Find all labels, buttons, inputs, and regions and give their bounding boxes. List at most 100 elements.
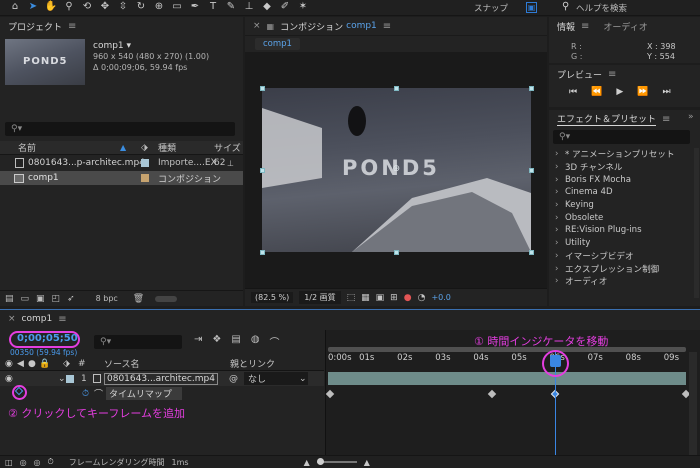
- audio-switch-icon[interactable]: ◀: [17, 359, 24, 369]
- property-row[interactable]: ⏱ ⌒ タイムリマップ: [0, 385, 324, 400]
- effects-category[interactable]: › エクスプレッション制御: [549, 262, 694, 275]
- project-item-footage[interactable]: 0801643...p-architec.mp4 Importe....EX 6…: [0, 156, 243, 170]
- composition-tab-title[interactable]: コンポジション: [280, 20, 343, 33]
- render-time-icon[interactable]: ⏱: [48, 457, 54, 467]
- help-search-field[interactable]: ヘルプを検索: [576, 2, 627, 14]
- flowchart-icon[interactable]: ➶: [67, 294, 75, 304]
- zoom-out-icon[interactable]: ▲: [304, 458, 310, 467]
- transform-handle[interactable]: [528, 249, 534, 255]
- brush-tool-icon[interactable]: ✎: [222, 1, 240, 15]
- effects-category[interactable]: › イマーシブビデオ: [549, 250, 694, 263]
- grid-guide-icon[interactable]: ⊞: [390, 293, 398, 303]
- exposure-value[interactable]: +0.0: [431, 293, 450, 302]
- panel-menu-icon[interactable]: ≡: [58, 314, 66, 325]
- close-icon[interactable]: ×: [8, 314, 16, 324]
- new-folder-icon[interactable]: ▭: [21, 294, 30, 304]
- zoom-dropdown[interactable]: (82.5 %): [251, 292, 294, 303]
- shy-layers-icon[interactable]: ❖: [212, 334, 221, 349]
- frame-blending-icon[interactable]: ▤: [231, 334, 240, 349]
- project-title[interactable]: プロジェクト: [8, 20, 62, 33]
- effects-category[interactable]: › オーディオ: [549, 275, 694, 288]
- panel-menu-icon[interactable]: ≡: [608, 69, 616, 80]
- effects-scrollbar[interactable]: [694, 148, 699, 298]
- interpret-footage-icon[interactable]: ▤: [5, 294, 14, 304]
- col-size[interactable]: サイズ: [214, 141, 241, 154]
- panel-menu-icon[interactable]: ≡: [383, 21, 391, 32]
- expand-arrow-icon[interactable]: ›: [555, 175, 565, 185]
- expand-arrow-icon[interactable]: ›: [555, 238, 565, 248]
- hand-tool-icon[interactable]: ✋: [42, 1, 60, 15]
- layer-bar[interactable]: [328, 372, 686, 385]
- effects-category[interactable]: › Obsolete: [549, 211, 694, 224]
- rectangle-tool-icon[interactable]: ▭: [168, 1, 186, 15]
- close-icon[interactable]: ×: [253, 21, 261, 31]
- selection-tool-icon[interactable]: ➤: [24, 1, 42, 15]
- snap-checkbox[interactable]: ▣: [526, 2, 537, 13]
- transform-handle[interactable]: [394, 249, 399, 255]
- new-comp-icon[interactable]: ▣: [36, 294, 45, 304]
- expand-arrow-icon[interactable]: ›: [555, 213, 565, 223]
- type-tool-icon[interactable]: T: [204, 1, 222, 15]
- home-icon[interactable]: ⌂: [6, 1, 24, 15]
- project-comp-name[interactable]: comp1 ▾: [93, 41, 131, 51]
- transform-handle[interactable]: [259, 167, 265, 173]
- effects-category[interactable]: › Cinema 4D: [549, 186, 694, 199]
- sort-triangle-icon[interactable]: ▲: [120, 143, 126, 152]
- rotate-tool-icon[interactable]: ↻: [132, 1, 150, 15]
- keyframe-marker[interactable]: [325, 389, 335, 399]
- search-help-icon[interactable]: ⚲: [562, 1, 569, 12]
- pick-whip-icon[interactable]: @: [229, 374, 238, 384]
- stamp-tool-icon[interactable]: ⊥: [240, 1, 258, 15]
- property-name[interactable]: タイムリマップ: [106, 387, 182, 400]
- audio-tab[interactable]: オーディオ: [603, 20, 647, 33]
- expand-panel-icon[interactable]: »: [688, 112, 694, 122]
- panel-menu-icon[interactable]: ≡: [662, 114, 670, 125]
- region-of-interest-icon[interactable]: ⬚: [347, 293, 356, 303]
- video-switch-icon[interactable]: ◉: [5, 359, 13, 369]
- solo-switch-icon[interactable]: ●: [28, 359, 36, 369]
- dolly-camera-icon[interactable]: ⇳: [114, 1, 132, 15]
- expand-arrow-icon[interactable]: ›: [555, 149, 565, 159]
- effects-search-input[interactable]: ⚲▾: [553, 130, 690, 144]
- project-item-comp[interactable]: comp1 コンポジション: [0, 171, 243, 185]
- mask-visibility-icon[interactable]: ▣: [376, 293, 385, 303]
- timeline-tab[interactable]: comp1: [22, 314, 53, 324]
- snapshot-icon[interactable]: ◔: [418, 293, 426, 303]
- anchor-tool-icon[interactable]: ⊕: [150, 1, 168, 15]
- comp-flowchart-icon[interactable]: ⇥: [194, 334, 202, 349]
- expand-arrow-icon[interactable]: ›: [555, 200, 565, 210]
- expand-arrow-icon[interactable]: ›: [555, 251, 565, 261]
- composition-tab-comp[interactable]: comp1: [346, 21, 377, 31]
- col-source-name[interactable]: ソース名: [104, 357, 140, 370]
- expand-arrow-icon[interactable]: ›: [555, 187, 565, 197]
- keyframe-marker[interactable]: [487, 389, 497, 399]
- time-ruler[interactable]: 0:00s01s02s03s04s05s06s07s08s09s: [326, 353, 688, 367]
- label-color-swatch[interactable]: [66, 374, 74, 383]
- last-frame-icon[interactable]: ⏭: [662, 87, 670, 97]
- timeline-scrollbar[interactable]: [689, 352, 697, 468]
- transform-handle[interactable]: [528, 167, 534, 173]
- effects-category[interactable]: › Utility: [549, 237, 694, 250]
- play-icon[interactable]: ▶: [616, 87, 623, 97]
- zoom-in-icon[interactable]: ▲: [364, 458, 370, 467]
- zoom-slider[interactable]: [316, 458, 357, 465]
- eraser-tool-icon[interactable]: ◆: [258, 1, 276, 15]
- flowchart-icon[interactable]: ⊥: [227, 159, 234, 168]
- graph-editor-icon[interactable]: ⌒: [270, 334, 280, 349]
- orbit-camera-icon[interactable]: ⟲: [78, 1, 96, 15]
- project-search-input[interactable]: ⚲▾: [5, 122, 235, 136]
- effects-category[interactable]: › * アニメーションプリセット: [549, 148, 694, 161]
- puppet-tool-icon[interactable]: ✶: [294, 1, 312, 15]
- pen-tool-icon[interactable]: ✒: [186, 1, 204, 15]
- expand-arrow-icon[interactable]: ⌄: [58, 374, 66, 384]
- zoom-tool-icon[interactable]: ⚲: [60, 1, 78, 15]
- col-type[interactable]: 種類: [158, 141, 176, 154]
- zoom-slider-thumb[interactable]: [316, 458, 324, 465]
- layer-row[interactable]: ◉ ⌄ 1 0801643...architec.mp4 @ なし ⌄: [0, 371, 324, 386]
- panel-menu-icon[interactable]: ≡: [68, 21, 76, 32]
- visibility-eye-icon[interactable]: ◉: [5, 374, 13, 384]
- next-frame-icon[interactable]: ⏩: [637, 87, 648, 97]
- effects-category[interactable]: › 3D チャンネル: [549, 161, 694, 174]
- col-parent[interactable]: 親とリンク: [230, 357, 275, 370]
- expand-arrow-icon[interactable]: ›: [555, 264, 565, 274]
